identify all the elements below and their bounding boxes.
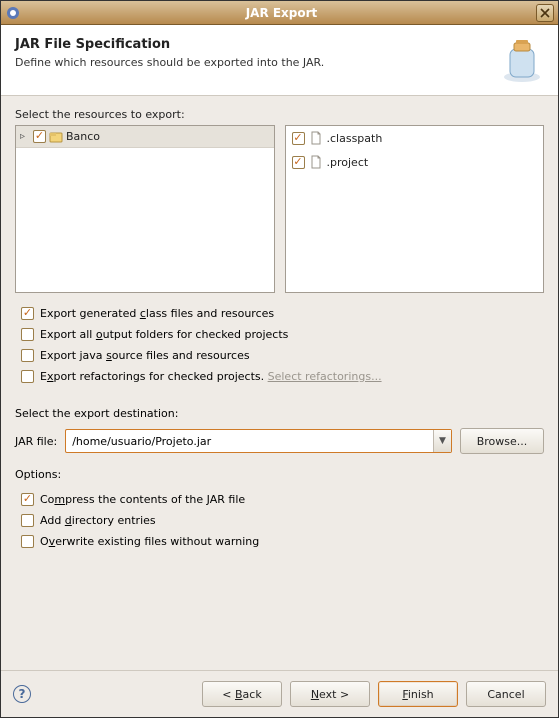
- file-icon: [309, 131, 323, 145]
- opt-label: Export refactorings for checked projects…: [40, 370, 382, 383]
- checkbox-classpath[interactable]: [292, 132, 305, 145]
- opt-export-refactor[interactable]: Export refactorings for checked projects…: [21, 370, 544, 383]
- opt-label: Compress the contents of the JAR file: [40, 493, 245, 506]
- jar-file-label: JAR file:: [15, 435, 57, 448]
- jar-file-combo[interactable]: ▼: [65, 429, 452, 453]
- dialog-window: JAR Export JAR File Specification Define…: [0, 0, 559, 718]
- page-subtitle: Define which resources should be exporte…: [15, 56, 496, 69]
- checkbox-export-class[interactable]: [21, 307, 34, 320]
- chevron-down-icon[interactable]: ▼: [433, 430, 451, 452]
- checkbox-project[interactable]: [292, 156, 305, 169]
- checkbox-export-refactor[interactable]: [21, 370, 34, 383]
- resources-label: Select the resources to export:: [15, 108, 544, 121]
- wizard-footer: ? < Back Next > Finish Cancel: [1, 670, 558, 717]
- opt-label: Overwrite existing files without warning: [40, 535, 259, 548]
- window-title: JAR Export: [27, 6, 536, 20]
- resources-tree[interactable]: ▹ Banco: [15, 125, 275, 293]
- file-label: .classpath: [327, 132, 383, 145]
- select-refactorings-link: Select refactorings...: [268, 370, 382, 383]
- checkbox-banco[interactable]: [33, 130, 46, 143]
- wizard-header: JAR File Specification Define which reso…: [1, 25, 558, 96]
- opt-export-class[interactable]: Export generated class files and resourc…: [21, 307, 544, 320]
- next-button[interactable]: Next >: [290, 681, 370, 707]
- file-label: .project: [327, 156, 369, 169]
- opt-label: Add directory entries: [40, 514, 156, 527]
- page-title: JAR File Specification: [15, 37, 496, 52]
- close-icon[interactable]: [536, 4, 554, 22]
- tree-item-label: Banco: [66, 130, 100, 143]
- checkbox-add-dir[interactable]: [21, 514, 34, 527]
- resources-files[interactable]: .classpath .project: [285, 125, 545, 293]
- export-options: Export generated class files and resourc…: [15, 307, 544, 383]
- opt-add-dir[interactable]: Add directory entries: [21, 514, 544, 527]
- titlebar[interactable]: JAR Export: [1, 1, 558, 25]
- file-row-project[interactable]: .project: [286, 150, 544, 174]
- checkbox-compress[interactable]: [21, 493, 34, 506]
- tree-item-banco[interactable]: ▹ Banco: [16, 126, 274, 148]
- app-icon: [5, 5, 21, 21]
- cancel-button[interactable]: Cancel: [466, 681, 546, 707]
- checkbox-export-source[interactable]: [21, 349, 34, 362]
- options-heading: Options:: [15, 468, 544, 481]
- jar-options: Compress the contents of the JAR file Ad…: [15, 493, 544, 548]
- opt-compress[interactable]: Compress the contents of the JAR file: [21, 493, 544, 506]
- content-area: JAR File Specification Define which reso…: [1, 25, 558, 717]
- opt-export-source[interactable]: Export java source files and resources: [21, 349, 544, 362]
- checkbox-export-output[interactable]: [21, 328, 34, 341]
- file-icon: [309, 155, 323, 169]
- finish-button[interactable]: Finish: [378, 681, 458, 707]
- browse-button[interactable]: Browse...: [460, 428, 544, 454]
- expand-icon[interactable]: ▹: [20, 131, 30, 142]
- opt-label: Export generated class files and resourc…: [40, 307, 274, 320]
- help-icon[interactable]: ?: [13, 685, 31, 703]
- opt-label: Export java source files and resources: [40, 349, 250, 362]
- jar-file-input[interactable]: [66, 430, 433, 452]
- opt-export-output[interactable]: Export all output folders for checked pr…: [21, 328, 544, 341]
- opt-overwrite[interactable]: Overwrite existing files without warning: [21, 535, 544, 548]
- file-row-classpath[interactable]: .classpath: [286, 126, 544, 150]
- jar-icon: [496, 37, 544, 85]
- checkbox-overwrite[interactable]: [21, 535, 34, 548]
- project-icon: [49, 130, 63, 144]
- back-button[interactable]: < Back: [202, 681, 282, 707]
- opt-label: Export all output folders for checked pr…: [40, 328, 288, 341]
- destination-label: Select the export destination:: [15, 407, 544, 420]
